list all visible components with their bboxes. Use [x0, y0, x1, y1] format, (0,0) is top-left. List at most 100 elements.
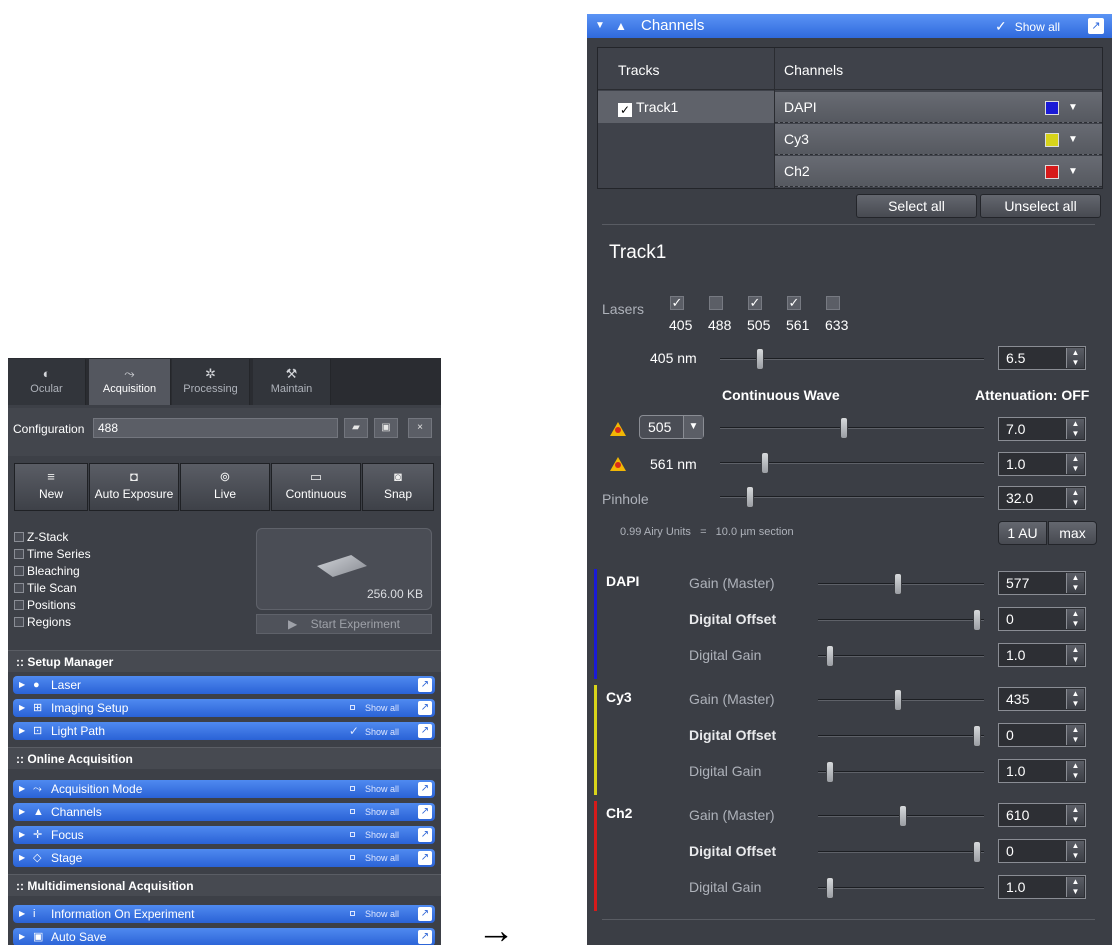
show-all-toggle[interactable]: Show all	[349, 803, 399, 821]
tool-information-on-experiment[interactable]: ▶ i Information On Experiment Show all ↗	[13, 905, 435, 923]
slider-thumb[interactable]	[825, 877, 834, 899]
popout-icon[interactable]: ↗	[418, 930, 432, 944]
laser-561-slider[interactable]	[720, 452, 984, 474]
offset-value[interactable]: 0 ▲ ▼	[998, 607, 1086, 631]
delete-config-button[interactable]: ×	[408, 418, 432, 438]
tool-imaging-setup[interactable]: ▶ ⊞ Imaging Setup Show all ↗	[13, 699, 435, 717]
new-button[interactable]: ≡ New	[14, 463, 88, 511]
slider-thumb[interactable]	[755, 348, 764, 370]
live-button[interactable]: ⊚ Live	[180, 463, 270, 511]
chevron-down-icon[interactable]: ▼	[1068, 92, 1078, 123]
slider-thumb[interactable]	[760, 452, 769, 474]
digital-gain-slider[interactable]	[818, 761, 984, 783]
checkbox-positions[interactable]: Positions	[14, 598, 76, 612]
spin-arrows-icon[interactable]: ▲ ▼	[1066, 348, 1084, 368]
offset-slider[interactable]	[818, 841, 984, 863]
spin-arrows-icon[interactable]: ▲ ▼	[1066, 573, 1084, 593]
slider-thumb[interactable]	[898, 805, 907, 827]
gain-slider[interactable]	[818, 573, 984, 595]
start-experiment-button[interactable]: ▶ Start Experiment	[256, 614, 432, 634]
channels-header[interactable]: ▼ ▲ Channels ✓ Show all ↗	[587, 14, 1112, 38]
spin-arrows-icon[interactable]: ▲ ▼	[1066, 419, 1084, 439]
popout-icon[interactable]: ↗	[418, 782, 432, 796]
checkbox-tile-scan[interactable]: Tile Scan	[14, 581, 77, 595]
digital-gain-slider[interactable]	[818, 877, 984, 899]
slider-thumb[interactable]	[825, 645, 834, 667]
chevron-down-icon[interactable]: ▼	[1068, 156, 1078, 187]
show-all-toggle[interactable]: Show all	[349, 905, 399, 923]
open-config-button[interactable]: ▰	[344, 418, 368, 438]
show-all-toggle[interactable]: ✓ Show all	[995, 14, 1060, 39]
digital-gain-value[interactable]: 1.0 ▲ ▼	[998, 643, 1086, 667]
save-config-button[interactable]: ▣	[374, 418, 398, 438]
laser-505-checkbox[interactable]: ✓	[748, 296, 762, 310]
show-all-toggle[interactable]: ✓ Show all	[349, 722, 399, 741]
digital-gain-slider[interactable]	[818, 645, 984, 667]
spin-arrows-icon[interactable]: ▲ ▼	[1066, 609, 1084, 629]
show-all-toggle[interactable]: Show all	[349, 826, 399, 844]
one-au-button[interactable]: 1 AU	[998, 521, 1047, 545]
laser-488-checkbox[interactable]	[709, 296, 723, 310]
max-button[interactable]: max	[1048, 521, 1097, 545]
continuous-button[interactable]: ▭ Continuous	[271, 463, 361, 511]
popout-icon[interactable]: ↗	[418, 805, 432, 819]
unselect-all-button[interactable]: Unselect all	[980, 194, 1101, 218]
pinhole-slider[interactable]	[720, 486, 984, 508]
slider-thumb[interactable]	[972, 841, 981, 863]
slider-thumb[interactable]	[825, 761, 834, 783]
select-all-button[interactable]: Select all	[856, 194, 977, 218]
slider-thumb[interactable]	[745, 486, 754, 508]
popout-icon[interactable]: ↗	[418, 851, 432, 865]
show-all-toggle[interactable]: Show all	[349, 699, 399, 717]
slider-thumb[interactable]	[840, 417, 849, 439]
laser-505-value[interactable]: 7.0 ▲ ▼	[998, 417, 1086, 441]
snap-button[interactable]: ◙ Snap	[362, 463, 434, 511]
slider-thumb[interactable]	[893, 689, 902, 711]
tool-laser[interactable]: ▶ ● Laser ↗	[13, 676, 435, 694]
pinhole-value[interactable]: 32.0 ▲ ▼	[998, 486, 1086, 510]
popout-icon[interactable]: ↗	[418, 828, 432, 842]
popout-icon[interactable]: ↗	[1088, 18, 1104, 34]
tab-ocular[interactable]: ◐ Ocular	[8, 359, 86, 405]
gain-slider[interactable]	[818, 689, 984, 711]
popout-icon[interactable]: ↗	[418, 724, 432, 738]
checkbox-z-stack[interactable]: Z-Stack	[14, 530, 68, 544]
laser-561-value[interactable]: 1.0 ▲ ▼	[998, 452, 1086, 476]
spin-arrows-icon[interactable]: ▲ ▼	[1066, 725, 1084, 745]
offset-slider[interactable]	[818, 609, 984, 631]
channel-row-cy3[interactable]: Cy3 ▼	[775, 124, 1102, 155]
offset-value[interactable]: 0 ▲ ▼	[998, 723, 1086, 747]
gain-value[interactable]: 435 ▲ ▼	[998, 687, 1086, 711]
tool-focus[interactable]: ▶ ✛ Focus Show all ↗	[13, 826, 435, 844]
laser-405-slider[interactable]	[720, 348, 984, 370]
laser-405-checkbox[interactable]: ✓	[670, 296, 684, 310]
channel-row-ch2[interactable]: Ch2 ▼	[775, 156, 1102, 187]
checkbox-regions[interactable]: Regions	[14, 615, 71, 629]
checkbox-bleaching[interactable]: Bleaching	[14, 564, 80, 578]
track-checkbox[interactable]: ✓	[618, 103, 632, 117]
show-all-toggle[interactable]: Show all	[349, 849, 399, 867]
auto-exposure-button[interactable]: ◘ Auto Exposure	[89, 463, 179, 511]
chevron-down-icon[interactable]: ▼	[1068, 124, 1078, 155]
checkbox-time-series[interactable]: Time Series	[14, 547, 91, 561]
popout-icon[interactable]: ↗	[418, 701, 432, 715]
laser-line-dropdown[interactable]: 505 ▼	[639, 415, 704, 439]
spin-arrows-icon[interactable]: ▲ ▼	[1066, 805, 1084, 825]
tool-channels[interactable]: ▶ ▲ Channels Show all ↗	[13, 803, 435, 821]
color-swatch[interactable]	[1045, 133, 1059, 147]
spin-arrows-icon[interactable]: ▲ ▼	[1066, 454, 1084, 474]
tool-stage[interactable]: ▶ ◇ Stage Show all ↗	[13, 849, 435, 867]
popout-icon[interactable]: ↗	[418, 907, 432, 921]
show-all-toggle[interactable]: Show all	[349, 780, 399, 798]
offset-value[interactable]: 0 ▲ ▼	[998, 839, 1086, 863]
track-row[interactable]: ✓ Track1	[598, 91, 774, 123]
spin-arrows-icon[interactable]: ▲ ▼	[1066, 689, 1084, 709]
tool-auto-save[interactable]: ▶ ▣ Auto Save ↗	[13, 928, 435, 945]
digital-gain-value[interactable]: 1.0 ▲ ▼	[998, 759, 1086, 783]
tab-processing[interactable]: ✲ Processing	[172, 359, 250, 405]
tool-light-path[interactable]: ▶ ⊡ Light Path ✓ Show all ↗	[13, 722, 435, 740]
gain-slider[interactable]	[818, 805, 984, 827]
laser-633-checkbox[interactable]	[826, 296, 840, 310]
tool-acquisition-mode[interactable]: ▶ ⤳ Acquisition Mode Show all ↗	[13, 780, 435, 798]
spin-arrows-icon[interactable]: ▲ ▼	[1066, 841, 1084, 861]
